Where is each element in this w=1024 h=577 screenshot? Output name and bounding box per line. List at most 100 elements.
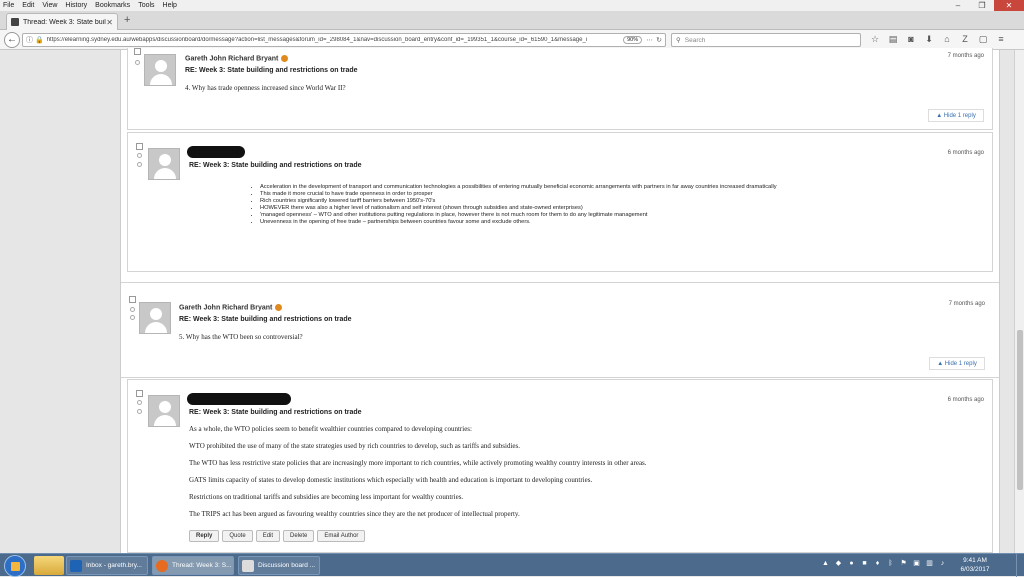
- hide-replies-link[interactable]: ▲ Hide 1 reply: [928, 109, 984, 122]
- paragraph: WTO prohibited the use of many of the st…: [189, 442, 520, 450]
- select-checkbox[interactable]: [134, 48, 141, 55]
- home-icon[interactable]: ⌂: [938, 34, 956, 45]
- avatar: [148, 148, 180, 180]
- zotero-icon[interactable]: Z: [956, 34, 974, 45]
- paragraph: As a whole, the WTO policies seem to ben…: [189, 425, 472, 433]
- tray-arrow-icon[interactable]: ▲: [820, 559, 831, 569]
- menu-edit[interactable]: Edit: [22, 2, 34, 9]
- tab-close-icon[interactable]: ✕: [106, 18, 113, 27]
- dropbox-icon[interactable]: ◆: [833, 559, 844, 569]
- post-gareth-q4: Gareth John Richard Bryant RE: Week 3: S…: [127, 48, 993, 130]
- tray-app-icon[interactable]: ●: [846, 559, 857, 569]
- system-clock[interactable]: 9:41 AM 6/03/2017: [950, 556, 1000, 574]
- avatar: [144, 54, 176, 86]
- zoom-level[interactable]: 90%: [623, 36, 643, 44]
- hide-replies-link[interactable]: ▲ Hide 1 reply: [929, 357, 985, 370]
- bluetooth-icon[interactable]: ᛒ: [885, 559, 896, 569]
- extension-icon[interactable]: ▢: [974, 34, 992, 45]
- show-desktop-button[interactable]: [1016, 554, 1024, 577]
- url-bar[interactable]: ⓘ 🔒 https://elearning.sydney.edu.au/weba…: [22, 33, 666, 47]
- menu-bar: File Edit View History Bookmarks Tools H…: [0, 0, 1024, 11]
- volume-icon[interactable]: ♪: [937, 559, 948, 569]
- url-text[interactable]: https://elearning.sydney.edu.au/webapps/…: [47, 37, 623, 43]
- menu-help[interactable]: Help: [163, 2, 177, 9]
- menu-hamburger-icon[interactable]: ≡: [992, 34, 1010, 45]
- toolbar-icons: ☆ ▤ ◙ ⬇ ⌂ Z ▢ ≡: [866, 34, 1010, 45]
- tab-bar: Thread: Week 3: State build... ✕ +: [0, 11, 1024, 30]
- vertical-scrollbar[interactable]: [1014, 50, 1024, 553]
- bookmark-star-icon[interactable]: ☆: [866, 34, 884, 45]
- flag-icon: [130, 315, 135, 320]
- tray-app-icon[interactable]: ▣: [911, 559, 922, 569]
- close-window-icon[interactable]: ✕: [994, 0, 1024, 11]
- windows-start-icon[interactable]: [4, 555, 26, 577]
- taskbar-firefox[interactable]: Thread: Week 3: S...: [152, 556, 234, 575]
- instructor-badge-icon: [275, 304, 283, 311]
- window-controls: – ❐ ✕: [946, 0, 1024, 11]
- pocket-icon[interactable]: ◙: [902, 34, 920, 45]
- flag-icon: [137, 409, 142, 414]
- delete-button[interactable]: Delete: [283, 530, 315, 542]
- reload-icon[interactable]: ↻: [656, 36, 662, 44]
- page-viewport: Gareth John Richard Bryant RE: Week 3: S…: [0, 48, 1024, 553]
- menu-bookmarks[interactable]: Bookmarks: [95, 2, 130, 9]
- email-author-button[interactable]: Email Author: [317, 530, 366, 542]
- reading-list-icon[interactable]: ▤: [884, 34, 902, 45]
- lock-icon: 🔒: [35, 37, 44, 44]
- paragraph: The TRIPS act has been argued as favouri…: [189, 510, 520, 518]
- post-timestamp: 7 months ago: [947, 53, 984, 59]
- menu-file[interactable]: File: [3, 2, 14, 9]
- menu-view[interactable]: View: [42, 2, 57, 9]
- search-icon: ⚲: [676, 37, 681, 44]
- post-author[interactable]: Gareth John Richard Bryant: [179, 304, 283, 311]
- redacted-author-name: [187, 146, 245, 158]
- outlook-icon: [70, 559, 82, 572]
- select-checkbox[interactable]: [129, 296, 136, 303]
- discussion-thread: Gareth John Richard Bryant RE: Week 3: S…: [120, 48, 1000, 553]
- post-subject: RE: Week 3: State building and restricti…: [179, 316, 352, 323]
- edit-button[interactable]: Edit: [255, 530, 281, 542]
- clock-time: 9:41 AM: [963, 557, 987, 564]
- select-checkbox[interactable]: [136, 143, 143, 150]
- page-actions-icon[interactable]: ⋯: [646, 36, 653, 44]
- info-icon[interactable]: ⓘ: [26, 35, 33, 45]
- post-timestamp: 6 months ago: [947, 150, 984, 156]
- paragraph: Restrictions on traditional tariffs and …: [189, 493, 464, 501]
- post-author[interactable]: Gareth John Richard Bryant: [185, 55, 289, 62]
- quote-button[interactable]: Quote: [222, 530, 253, 542]
- menu-tools[interactable]: Tools: [138, 2, 154, 9]
- tray-app-icon[interactable]: ♦: [872, 559, 883, 569]
- minimize-icon[interactable]: –: [946, 0, 970, 11]
- new-tab-icon[interactable]: +: [124, 14, 130, 26]
- tray-app-icon[interactable]: ⚑: [898, 559, 909, 569]
- list-item: Unevenness in the opening of free trade …: [260, 219, 972, 225]
- bullet-list: Acceleration in the development of trans…: [252, 184, 972, 226]
- network-icon[interactable]: ▥: [924, 559, 935, 569]
- avatar: [148, 395, 180, 427]
- tray-app-icon[interactable]: ■: [859, 559, 870, 569]
- select-checkbox[interactable]: [136, 390, 143, 397]
- reply-button[interactable]: Reply: [189, 530, 220, 542]
- file-explorer-icon[interactable]: [34, 556, 64, 575]
- flag-icon: [137, 162, 142, 167]
- instructor-badge-icon: [281, 55, 289, 62]
- task-label: Inbox - gareth.bry...: [86, 562, 142, 569]
- taskbar-discussion[interactable]: Discussion board ...: [238, 556, 320, 575]
- paragraph: GATS limits capacity of states to develo…: [189, 476, 593, 484]
- maximize-icon[interactable]: ❐: [970, 0, 994, 11]
- paragraph: The WTO has less restrictive state polic…: [189, 459, 647, 467]
- clock-date: 6/03/2017: [960, 566, 990, 573]
- list-item: 'managed openness' – WTO and other insti…: [260, 212, 972, 218]
- scrollbar-thumb[interactable]: [1017, 330, 1023, 490]
- post-body: As a whole, the WTO policies seem to ben…: [189, 426, 969, 528]
- windows-taskbar: Inbox - gareth.bry... Thread: Week 3: S.…: [0, 553, 1024, 577]
- search-input[interactable]: ⚲ Search: [671, 33, 861, 47]
- post-body: 5. Why has the WTO been so controversial…: [179, 333, 303, 341]
- download-icon[interactable]: ⬇: [920, 34, 938, 45]
- menu-history[interactable]: History: [65, 2, 87, 9]
- taskbar-outlook[interactable]: Inbox - gareth.bry...: [66, 556, 148, 575]
- back-arrow-icon[interactable]: ←: [4, 32, 20, 48]
- tab-thread[interactable]: Thread: Week 3: State build... ✕: [6, 13, 118, 30]
- list-item: Acceleration in the development of trans…: [260, 184, 972, 190]
- avatar: [139, 302, 171, 334]
